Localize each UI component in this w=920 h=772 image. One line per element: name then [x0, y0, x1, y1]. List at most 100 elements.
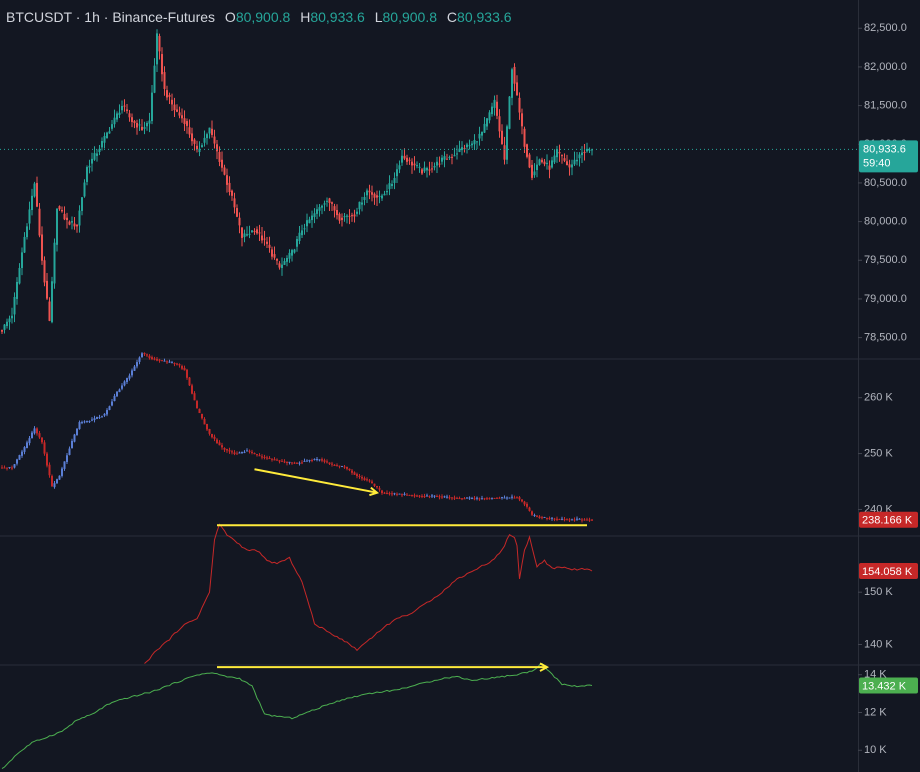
low-value: 80,900.8	[382, 9, 438, 25]
candle-body	[71, 440, 73, 448]
candle-body	[116, 391, 118, 397]
candle-body	[93, 418, 96, 421]
candle-body	[393, 493, 396, 495]
candle-body	[138, 357, 141, 362]
candle-body	[371, 481, 373, 484]
candle-body	[526, 144, 528, 157]
candle-body	[341, 466, 343, 468]
candle-body	[181, 366, 183, 369]
candle-body	[318, 207, 321, 211]
candle-body	[213, 436, 216, 439]
candle-body	[156, 33, 158, 65]
y-tick-label: 80,000.0	[864, 216, 907, 228]
symbol-legend: BTCUSDT · 1h · Binance-Futures O80,900.8…	[6, 9, 512, 25]
candle-body	[591, 519, 593, 521]
candle-body	[208, 127, 211, 134]
candle-body	[398, 165, 401, 170]
candle-body	[176, 363, 178, 365]
candle-body	[216, 439, 218, 444]
candle-body	[366, 479, 368, 481]
close-label: C	[446, 9, 458, 25]
candle-body	[306, 460, 308, 462]
candle-body	[98, 417, 101, 419]
candle-body	[1, 467, 3, 469]
candle-body	[413, 495, 416, 497]
candle-body	[28, 438, 31, 444]
candle-body	[191, 133, 193, 142]
candle-body	[476, 141, 478, 143]
candle-body	[178, 364, 181, 366]
candle-body	[323, 460, 326, 462]
candle-body	[408, 494, 411, 496]
candle-body	[126, 109, 128, 111]
candle-body	[553, 518, 556, 520]
candle-body	[243, 233, 246, 238]
candle-body	[523, 501, 526, 505]
candle-body	[316, 209, 318, 214]
candle-body	[63, 213, 66, 220]
candle-body	[158, 359, 161, 361]
indicator-1-value-label: 238.166 K	[862, 515, 913, 527]
candle-body	[353, 472, 356, 475]
candle-body	[48, 301, 51, 321]
candle-body	[566, 519, 568, 521]
candle-body	[291, 250, 293, 256]
candle-body	[88, 421, 91, 423]
candle-body	[101, 141, 103, 148]
candle-body	[551, 517, 553, 519]
chart-canvas[interactable]: 82,500.082,000.081,500.081,000.080,500.0…	[0, 0, 920, 772]
candle-body	[553, 155, 556, 163]
candle-body	[493, 497, 496, 499]
candle-body	[288, 252, 291, 259]
candle-body	[426, 495, 428, 497]
candle-body	[401, 494, 403, 496]
candle-body	[298, 462, 301, 464]
candle-body	[311, 460, 313, 462]
candle-body	[348, 215, 351, 217]
candle-body	[391, 493, 393, 495]
candle-body	[18, 455, 21, 460]
candle-body	[428, 169, 431, 171]
candle-body	[568, 164, 571, 168]
candle-body	[506, 126, 508, 160]
candle-body	[86, 167, 88, 182]
candle-body	[358, 475, 361, 477]
countdown-label: 59:40	[863, 157, 891, 169]
candle-body	[266, 457, 268, 459]
candle-body	[366, 190, 368, 196]
candle-body	[483, 498, 486, 500]
candle-body	[456, 497, 458, 499]
candle-body	[353, 214, 356, 217]
candle-body	[286, 258, 288, 262]
candle-body	[243, 451, 246, 453]
candle-body	[278, 460, 281, 462]
candle-body	[131, 117, 133, 122]
candle-body	[96, 153, 98, 156]
candle-body	[471, 498, 473, 500]
candle-body	[201, 145, 203, 148]
candle-body	[158, 36, 161, 52]
candle-body	[328, 198, 331, 203]
candle-body	[438, 496, 441, 498]
candle-body	[378, 195, 381, 197]
candle-body	[183, 118, 186, 125]
candle-body	[196, 145, 198, 150]
candle-body	[231, 190, 233, 196]
candle-body	[208, 428, 211, 434]
candle-body	[203, 418, 206, 425]
candle-body	[403, 493, 406, 495]
candle-body	[501, 130, 503, 145]
candle-body	[186, 369, 188, 378]
candle-body	[73, 434, 76, 442]
candle-body	[543, 161, 546, 165]
candle-body	[246, 450, 248, 452]
candle-body	[63, 461, 66, 469]
candle-body	[383, 193, 386, 196]
candle-body	[41, 437, 43, 443]
candle-body	[406, 494, 408, 496]
candle-body	[151, 357, 153, 360]
symbol-title[interactable]: BTCUSDT · 1h · Binance-Futures	[6, 9, 215, 25]
candle-body	[411, 495, 413, 497]
candle-body	[188, 377, 191, 386]
candle-body	[268, 244, 271, 248]
